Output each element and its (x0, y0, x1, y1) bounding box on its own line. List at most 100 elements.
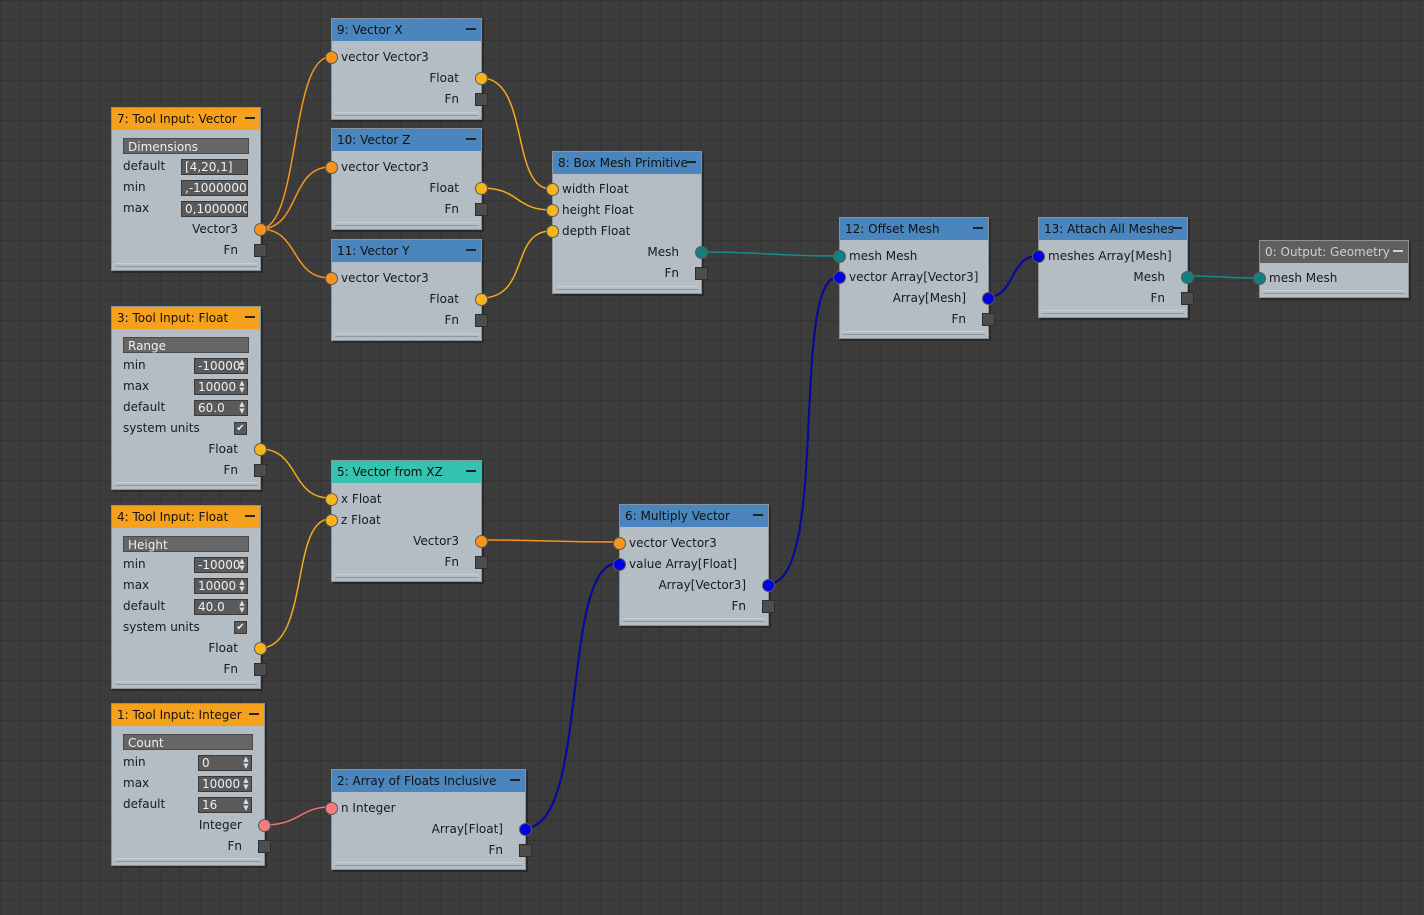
minimize-icon[interactable] (466, 249, 476, 251)
max-spinner[interactable]: 10000 ▲ ▼ (194, 379, 248, 395)
default-spinner[interactable]: 40.0 ▲ ▼ (194, 599, 248, 615)
node-vector-x[interactable]: 9: Vector X vector Vector3 Float Fn (325, 18, 488, 120)
node-tool-input-integer[interactable]: 1: Tool Input: Integer Count min 0 ▲ ▼ ma… (111, 703, 271, 866)
spinner-arrows-icon[interactable]: ▲ ▼ (239, 359, 245, 373)
fn-output-port[interactable] (982, 313, 995, 326)
float-output-port[interactable] (254, 443, 267, 456)
max-spinner[interactable]: 10000 ▲ ▼ (194, 578, 248, 594)
minimize-icon[interactable] (686, 161, 696, 163)
minimize-icon[interactable] (973, 227, 983, 229)
mesh-output-port[interactable] (695, 246, 708, 259)
minimize-icon[interactable] (510, 779, 520, 781)
node-vector-y[interactable]: 11: Vector Y vector Vector3 Float Fn (325, 239, 488, 341)
spinner-arrows-icon[interactable]: ▲ ▼ (243, 777, 249, 791)
min-spinner[interactable]: -10000 ▲ ▼ (194, 358, 248, 374)
min-spinner[interactable]: -10000 ▲ ▼ (194, 557, 248, 573)
mesh-input-port[interactable] (1253, 272, 1266, 285)
node-header[interactable]: 10: Vector Z (332, 129, 481, 151)
minimize-icon[interactable] (249, 713, 259, 715)
float-input-port[interactable] (546, 225, 559, 238)
node-output-geometry[interactable]: 0: Output: Geometry mesh Mesh (1253, 240, 1409, 298)
minimize-icon[interactable] (753, 514, 763, 516)
spinner-arrows-icon[interactable]: ▲ ▼ (239, 600, 245, 614)
fn-output-port[interactable] (519, 844, 532, 857)
system-units-checkbox[interactable]: ✔ (234, 422, 247, 435)
wire-10-to-8-height[interactable] (480, 187, 552, 211)
float-output-port[interactable] (475, 293, 488, 306)
wire-2-to-6[interactable] (524, 561, 619, 830)
node-header[interactable]: 1: Tool Input: Integer (112, 704, 264, 726)
array-input-port[interactable] (613, 558, 626, 571)
wire-9-to-8-width[interactable] (480, 77, 552, 190)
node-attach-all-meshes[interactable]: 13: Attach All Meshes meshes Array[Mesh]… (1032, 217, 1194, 318)
fn-output-port[interactable] (254, 663, 267, 676)
node-array-of-floats-inclusive[interactable]: 2: Array of Floats Inclusive n Integer A… (325, 769, 532, 870)
node-header[interactable]: 9: Vector X (332, 19, 481, 41)
fn-output-port[interactable] (1181, 292, 1194, 305)
max-spinner[interactable]: 10000 ▲ ▼ (198, 776, 252, 792)
fn-output-port[interactable] (254, 464, 267, 477)
array-input-port[interactable] (1032, 250, 1045, 263)
minimize-icon[interactable] (1172, 227, 1182, 229)
spinner-arrows-icon[interactable]: ▲ ▼ (239, 380, 245, 394)
fn-output-port[interactable] (475, 314, 488, 327)
fn-output-port[interactable] (258, 840, 271, 853)
integer-input-port[interactable] (325, 802, 338, 815)
array-output-port[interactable] (982, 292, 995, 305)
node-multiply-vector[interactable]: 6: Multiply Vector vector Vector3 value … (613, 504, 775, 626)
vector-input-port[interactable] (613, 537, 626, 550)
node-header[interactable]: 4: Tool Input: Float (112, 506, 260, 528)
wire-1-to-2[interactable] (263, 806, 331, 826)
wire-3-to-5-x[interactable] (259, 448, 331, 499)
wire-11-to-8-depth[interactable] (480, 230, 552, 299)
node-header[interactable]: 2: Array of Floats Inclusive (332, 770, 525, 792)
vector-output-port[interactable] (475, 535, 488, 548)
spinner-arrows-icon[interactable]: ▲ ▼ (243, 756, 249, 770)
fn-output-port[interactable] (475, 556, 488, 569)
mesh-output-port[interactable] (1181, 271, 1194, 284)
vector-output-port[interactable] (254, 223, 267, 236)
node-vector-z[interactable]: 10: Vector Z vector Vector3 Float Fn (325, 128, 488, 230)
minimize-icon[interactable] (466, 28, 476, 30)
float-input-port[interactable] (325, 493, 338, 506)
system-units-checkbox[interactable]: ✔ (234, 621, 247, 634)
array-input-port[interactable] (833, 271, 846, 284)
fn-output-port[interactable] (695, 267, 708, 280)
float-input-port[interactable] (325, 514, 338, 527)
default-value-field[interactable]: [4,20,1] (181, 159, 248, 175)
minimize-icon[interactable] (466, 138, 476, 140)
node-header[interactable]: 5: Vector from XZ (332, 461, 481, 483)
default-spinner[interactable]: 16 ▲ ▼ (198, 797, 252, 813)
wire-7-to-9[interactable] (259, 56, 331, 230)
minimize-icon[interactable] (245, 316, 255, 318)
spinner-arrows-icon[interactable]: ▲ ▼ (239, 579, 245, 593)
spinner-arrows-icon[interactable]: ▲ ▼ (239, 558, 245, 572)
wire-7-to-11[interactable] (259, 228, 331, 279)
minimize-icon[interactable] (466, 470, 476, 472)
fn-output-port[interactable] (762, 600, 775, 613)
min-spinner[interactable]: 0 ▲ ▼ (198, 755, 252, 771)
float-input-port[interactable] (546, 204, 559, 217)
float-output-port[interactable] (475, 72, 488, 85)
float-input-port[interactable] (546, 183, 559, 196)
node-offset-mesh[interactable]: 12: Offset Mesh mesh Mesh vector Array[V… (833, 217, 995, 339)
vector-input-port[interactable] (325, 161, 338, 174)
node-header[interactable]: 12: Offset Mesh (840, 218, 988, 240)
spinner-arrows-icon[interactable]: ▲ ▼ (243, 798, 249, 812)
node-header[interactable]: 7: Tool Input: Vector (112, 108, 260, 130)
default-spinner[interactable]: 60.0 ▲ ▼ (194, 400, 248, 416)
max-value-field[interactable]: 0,1000000] (181, 201, 248, 217)
node-header[interactable]: 11: Vector Y (332, 240, 481, 262)
wire-13-to-0[interactable] (1186, 275, 1259, 279)
array-output-port[interactable] (762, 579, 775, 592)
node-header[interactable]: 3: Tool Input: Float (112, 307, 260, 329)
integer-output-port[interactable] (258, 819, 271, 832)
node-header[interactable]: 13: Attach All Meshes (1039, 218, 1187, 240)
node-header[interactable]: 8: Box Mesh Primitive (553, 152, 701, 174)
min-value-field[interactable]: ,-1000000] (181, 180, 248, 196)
fn-output-port[interactable] (475, 93, 488, 106)
node-box-mesh-primitive[interactable]: 8: Box Mesh Primitive width Float height… (546, 151, 708, 294)
spinner-arrows-icon[interactable]: ▲ ▼ (239, 401, 245, 415)
float-output-port[interactable] (475, 182, 488, 195)
wire-5-to-6[interactable] (480, 539, 619, 543)
